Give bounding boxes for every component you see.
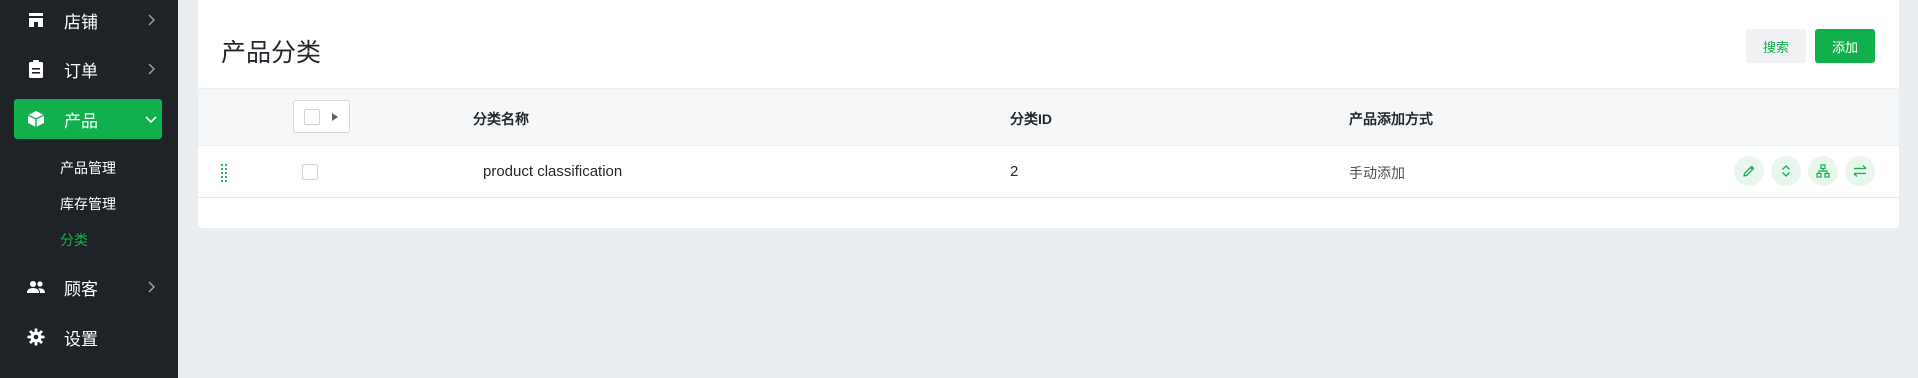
chevron-right-icon bbox=[140, 14, 162, 26]
sidebar-item-label: 顾客 bbox=[64, 279, 98, 299]
table-header: 分类名称 分类ID 产品添加方式 bbox=[198, 88, 1899, 146]
sidebar-item-label: 店铺 bbox=[64, 12, 98, 32]
box-icon bbox=[14, 110, 58, 128]
select-all-checkbox[interactable] bbox=[304, 108, 320, 125]
chevron-right-icon bbox=[140, 281, 162, 293]
sidebar-item-customers[interactable]: 顾客 bbox=[14, 267, 162, 307]
store-icon bbox=[14, 11, 58, 29]
sidebar-item-label: 设置 bbox=[64, 329, 98, 349]
edit-icon[interactable] bbox=[1734, 156, 1764, 186]
transfer-icon[interactable] bbox=[1845, 156, 1875, 186]
sidebar-subitem-inventory-management[interactable]: 库存管理 bbox=[60, 194, 116, 214]
sidebar-item-store[interactable]: 店铺 bbox=[14, 0, 162, 40]
row-checkbox[interactable] bbox=[302, 164, 318, 180]
caret-right-icon bbox=[332, 112, 338, 121]
page-title: 产品分类 bbox=[221, 39, 322, 67]
sidebar-item-settings[interactable]: 设置 bbox=[14, 317, 162, 357]
gear-icon bbox=[14, 328, 58, 346]
sidebar: 店铺 订单 产品 产品管理 库存管理 分类 顾客 设置 bbox=[0, 0, 178, 378]
category-id-cell: 2 bbox=[1010, 163, 1019, 180]
column-header-category-id: 分类ID bbox=[1010, 111, 1052, 127]
sidebar-subitem-categories[interactable]: 分类 bbox=[60, 230, 88, 250]
category-name-cell: product classification bbox=[483, 163, 623, 180]
chevron-down-icon bbox=[140, 114, 162, 124]
column-header-category-name: 分类名称 bbox=[473, 111, 529, 127]
bulk-select-dropdown[interactable] bbox=[293, 100, 350, 133]
table-row[interactable]: product classification 2 手动添加 bbox=[198, 146, 1899, 198]
sidebar-item-label: 产品 bbox=[64, 111, 98, 131]
search-button[interactable]: 搜索 bbox=[1746, 29, 1806, 63]
add-method-cell: 手动添加 bbox=[1349, 165, 1405, 181]
sidebar-item-products[interactable]: 产品 bbox=[14, 99, 162, 139]
sort-icon[interactable] bbox=[1771, 156, 1801, 186]
hierarchy-icon[interactable] bbox=[1808, 156, 1838, 186]
chevron-right-icon bbox=[140, 63, 162, 75]
drag-handle-icon[interactable] bbox=[220, 163, 228, 183]
sidebar-subitem-product-management[interactable]: 产品管理 bbox=[60, 158, 116, 178]
clipboard-icon bbox=[14, 60, 58, 78]
users-icon bbox=[14, 280, 58, 294]
sidebar-item-label: 订单 bbox=[64, 61, 98, 81]
column-header-add-method: 产品添加方式 bbox=[1349, 111, 1433, 127]
add-button[interactable]: 添加 bbox=[1815, 29, 1875, 63]
category-panel: 产品分类 搜索 添加 分类名称 分类ID 产品添加方式 product clas… bbox=[198, 0, 1899, 228]
sidebar-item-orders[interactable]: 订单 bbox=[14, 49, 162, 89]
